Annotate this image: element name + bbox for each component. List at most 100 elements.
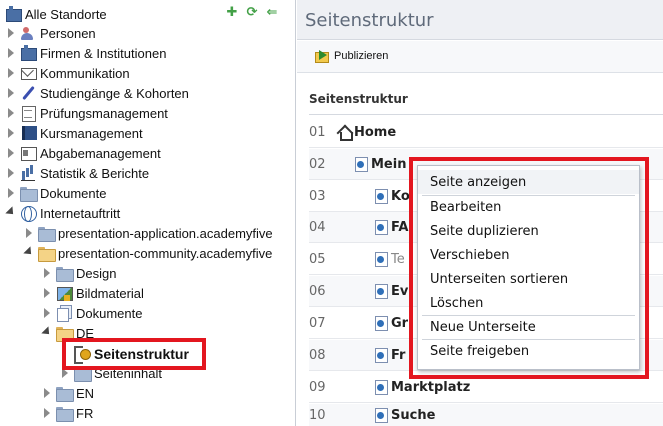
row-number: 01 [309,124,326,140]
row-label: Ko [391,188,410,204]
tree-item-personen[interactable]: Personen [6,23,96,43]
publish-button[interactable]: Publizieren [315,50,389,63]
expand-arrow-icon[interactable] [24,223,34,243]
tree-item-bildmaterial[interactable]: Bildmaterial [42,283,144,303]
tree-item-statistik[interactable]: Statistik & Berichte [6,163,149,183]
page-icon [375,316,388,331]
expand-arrow-icon[interactable] [6,83,16,103]
context-menu-highlight-box [409,157,649,379]
expand-arrow-icon[interactable] [6,183,16,203]
tree-item-label: Dokumente [40,185,107,201]
collapse-arrow-icon[interactable] [24,243,34,263]
expand-arrow-icon[interactable] [6,163,16,183]
expand-arrow-icon[interactable] [6,43,16,63]
expand-arrow-icon[interactable] [6,63,16,83]
tree-item-studiengaenge[interactable]: Studiengänge & Kohorten [6,83,189,103]
row-label: FA [391,219,409,235]
expand-arrow-icon[interactable] [42,283,52,303]
expand-arrow-icon[interactable] [6,23,16,43]
building-icon [5,6,22,22]
collapse-arrow-icon[interactable] [42,323,52,343]
row-label: Ev [391,283,409,299]
mail-icon [20,65,37,81]
tree-item-design[interactable]: Design [42,263,116,283]
folder-open-icon [38,245,56,262]
tree-root[interactable]: Alle Standorte [5,4,107,24]
expand-arrow-icon[interactable] [42,303,52,323]
image-icon [56,285,73,301]
grid-header-divider [309,114,663,115]
row-number: 05 [309,251,326,267]
tree-item-label: presentation-application.academyfive [58,225,273,241]
table-row[interactable]: 01 Home [309,117,663,148]
tree-item-label: Kommunikation [40,65,130,81]
expand-arrow-icon[interactable] [42,383,52,403]
tree-item-presentation-community[interactable]: presentation-community.academyfive [24,243,272,263]
expand-arrow-icon[interactable] [6,143,16,163]
expand-arrow-icon[interactable] [42,263,52,283]
home-icon [337,125,353,141]
tree-item-internetauftritt[interactable]: Internetauftritt [6,203,120,223]
expand-arrow-icon[interactable] [6,103,16,123]
chart-icon [20,165,36,181]
tree-item-abgabemanagement[interactable]: Abgabemanagement [6,143,161,163]
tree-item-en[interactable]: EN [42,383,94,403]
row-label: Marktplatz [391,379,471,395]
tree-item-kursmanagement[interactable]: Kursmanagement [6,123,143,143]
row-number: 03 [309,188,326,204]
tree-item-firmen[interactable]: Firmen & Institutionen [6,43,166,63]
tree-item-label: Firmen & Institutionen [40,45,167,61]
row-label: Gr [391,315,409,331]
page-icon [375,252,388,267]
documents-icon [56,305,72,322]
pen-icon [20,85,36,101]
tree-item-label: Prüfungsmanagement [40,105,168,121]
tree-item-label: Dokumente [76,305,143,321]
folder-icon [20,185,38,202]
collapse-icon[interactable]: ⇐ [264,5,280,19]
row-number: 08 [309,347,326,363]
tree-toolbar: ✚ ⟳ ⇐ [224,5,280,19]
tree-root-label: Alle Standorte [25,6,107,22]
page-icon [375,284,388,299]
tree-item-dokumente[interactable]: Dokumente [6,183,106,203]
tree-item-label: Personen [40,25,96,41]
navigation-tree: Alle Standorte ✚ ⟳ ⇐ Personen Firmen & I… [0,0,296,426]
publish-icon [315,50,329,63]
expand-arrow-icon[interactable] [42,403,52,423]
publish-label: Publizieren [334,50,389,62]
row-label: Mein [371,156,407,172]
tree-item-pruefungsmanagement[interactable]: Prüfungsmanagement [6,103,168,123]
card-icon [20,145,37,161]
page-icon [375,380,388,395]
main-toolbar: Publizieren [297,41,663,73]
expand-arrow-icon[interactable] [6,123,16,143]
table-row[interactable]: 10 Suche [309,404,663,426]
tree-item-presentation-application[interactable]: presentation-application.academyfive [24,223,273,243]
row-label: Fr [391,347,406,363]
folder-icon [38,225,56,242]
tree-item-label: Statistik & Berichte [40,165,150,181]
expand-icon[interactable]: ✚ [224,5,240,19]
refresh-icon[interactable]: ⟳ [244,5,260,19]
row-number: 02 [309,156,326,172]
selection-highlight-box [62,338,206,370]
tree-item-label: presentation-community.academyfive [58,245,273,261]
tree-item-label: Internetauftritt [40,205,121,221]
tree-item-dokumente-sub[interactable]: Dokumente [42,303,142,323]
tree-item-fr[interactable]: FR [42,403,93,423]
row-label: Suche [391,407,436,423]
tree-item-label: Bildmaterial [76,285,144,301]
page-icon [375,348,388,363]
folder-icon [56,385,74,402]
row-label: Te [391,251,405,267]
row-label: Home [354,124,397,140]
page-icon [355,157,368,172]
row-number: 09 [309,379,326,395]
collapse-arrow-icon[interactable] [6,203,16,223]
page-icon [375,220,388,235]
page-icon [375,408,388,423]
row-number: 06 [309,283,326,299]
tree-item-kommunikation[interactable]: Kommunikation [6,63,130,83]
folder-icon [56,265,74,282]
